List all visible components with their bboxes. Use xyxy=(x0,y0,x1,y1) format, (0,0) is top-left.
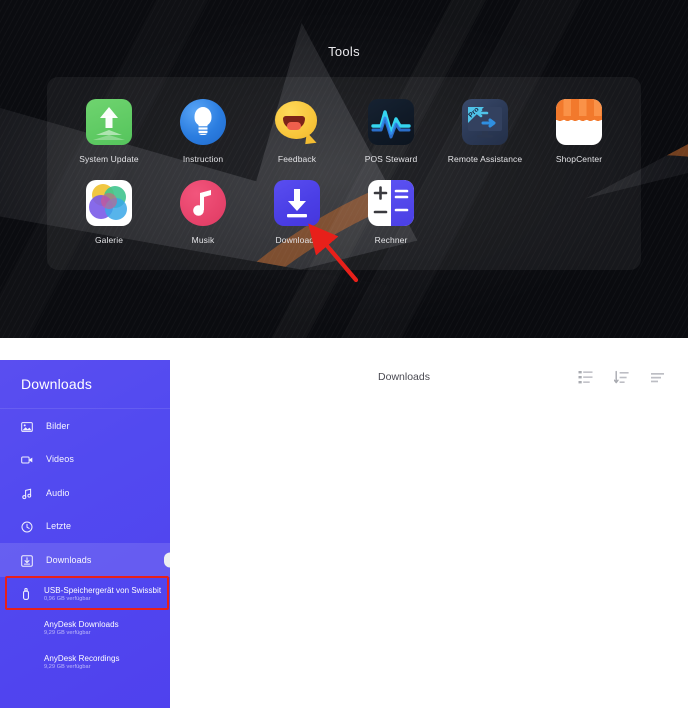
folder-square-icon xyxy=(19,655,33,669)
sidebar-item-bilder[interactable]: Bilder xyxy=(0,409,170,443)
view-mode-icon[interactable] xyxy=(578,370,593,385)
sidebar-item-audio[interactable]: Audio xyxy=(0,476,170,510)
clock-icon xyxy=(21,520,33,533)
storage-available: 9,29 GB verfügbar xyxy=(44,629,91,636)
sidebar-item-downloads[interactable]: Downloads xyxy=(0,543,170,577)
storefront-icon xyxy=(556,99,602,145)
app-tile-system-update[interactable]: System Update xyxy=(62,99,156,164)
top-bar-actions xyxy=(578,370,688,385)
page-title: Downloads xyxy=(378,371,430,383)
gallery-icon xyxy=(86,180,132,226)
folder-square-icon xyxy=(19,621,33,635)
app-grid-row-2: Galerie Musik Downloads Rechner xyxy=(47,180,641,245)
menu-icon[interactable] xyxy=(650,370,665,385)
sidebar-item-videos[interactable]: Videos xyxy=(0,443,170,477)
sidebar-item-label: Bilder xyxy=(46,420,70,431)
app-label: ShopCenter xyxy=(555,154,603,164)
app-tile-pos-steward[interactable]: POS Steward xyxy=(344,99,438,164)
image-icon xyxy=(21,420,33,432)
waveform-icon xyxy=(368,99,414,145)
app-tile-instruction[interactable]: Instruction xyxy=(156,99,250,164)
app-tile-feedback[interactable]: Feedback xyxy=(250,99,344,164)
video-camera-icon xyxy=(21,453,33,465)
launcher-page-title: Tools xyxy=(328,44,360,59)
app-label: Galerie xyxy=(94,235,124,245)
active-indicator-notch xyxy=(164,552,170,568)
app-tile-galerie[interactable]: Galerie xyxy=(62,180,156,245)
music-note-icon xyxy=(180,180,226,226)
speech-bubble-icon xyxy=(274,99,320,146)
app-label: Downloads xyxy=(275,235,319,245)
calculator-icon xyxy=(368,180,414,226)
storage-text: USB-Speichergerät von Swissbit 0,96 GB v… xyxy=(44,586,161,602)
app-label: Rechner xyxy=(374,235,408,245)
app-tile-downloads[interactable]: Downloads xyxy=(250,180,344,245)
sidebar-title: Downloads xyxy=(21,376,93,392)
storage-available: 9,29 GB verfügbar xyxy=(44,663,91,670)
storage-name: AnyDesk Downloads xyxy=(44,619,119,629)
remote-monitor-icon: Pro xyxy=(462,99,508,145)
storage-available: 0,96 GB verfügbar xyxy=(44,595,91,602)
app-label: Instruction xyxy=(182,154,224,164)
app-label: Feedback xyxy=(277,154,317,164)
sidebar-item-label: Letzte xyxy=(46,521,72,532)
storage-text: AnyDesk Downloads 9,29 GB verfügbar xyxy=(44,620,119,636)
app-top-bar: Downloads xyxy=(170,358,688,396)
app-tile-musik[interactable]: Musik xyxy=(156,180,250,245)
app-grid-panel: System Update Instruction Feedback POS S… xyxy=(47,77,641,270)
app-label: Remote Assistance xyxy=(447,154,523,164)
sidebar-item-letzte[interactable]: Letzte xyxy=(0,510,170,544)
sidebar-storage-usb[interactable]: USB-Speichergerät von Swissbit 0,96 GB v… xyxy=(0,577,170,611)
app-tile-rechner[interactable]: Rechner xyxy=(344,180,438,245)
app-grid-row-1: System Update Instruction Feedback POS S… xyxy=(47,99,641,164)
app-label: System Update xyxy=(79,154,139,164)
app-tile-shopcenter[interactable]: ShopCenter xyxy=(532,99,626,164)
app-label: POS Steward xyxy=(364,154,418,164)
system-update-icon xyxy=(86,99,132,145)
sidebar-storage-anydesk-downloads[interactable]: AnyDesk Downloads 9,29 GB verfügbar xyxy=(0,611,170,645)
sidebar-header: Downloads xyxy=(0,360,170,409)
tools-launcher-screen: Tools System Update Instruction Feedback xyxy=(0,0,688,338)
sidebar-item-label: Audio xyxy=(46,487,70,498)
storage-name: USB-Speichergerät von Swissbit xyxy=(44,585,162,595)
sidebar-storage-anydesk-recordings[interactable]: AnyDesk Recordings 9,29 GB verfügbar xyxy=(0,645,170,679)
app-tile-remote-assistance[interactable]: Pro Remote Assistance xyxy=(438,99,532,164)
download-arrow-icon xyxy=(274,180,320,226)
storage-text: AnyDesk Recordings 9,29 GB verfügbar xyxy=(44,654,120,670)
usb-drive-icon xyxy=(19,587,33,601)
app-sidebar: Downloads Bilder Videos Audio Letzte Dow… xyxy=(0,360,170,708)
download-box-icon xyxy=(21,554,33,567)
storage-name: AnyDesk Recordings xyxy=(44,653,120,663)
sort-icon[interactable] xyxy=(613,370,629,385)
app-label: Musik xyxy=(191,235,215,245)
sidebar-item-label: Downloads xyxy=(46,554,92,565)
sidebar-item-label: Videos xyxy=(46,454,74,465)
lightbulb-icon xyxy=(180,99,226,145)
music-note-icon xyxy=(21,487,33,499)
